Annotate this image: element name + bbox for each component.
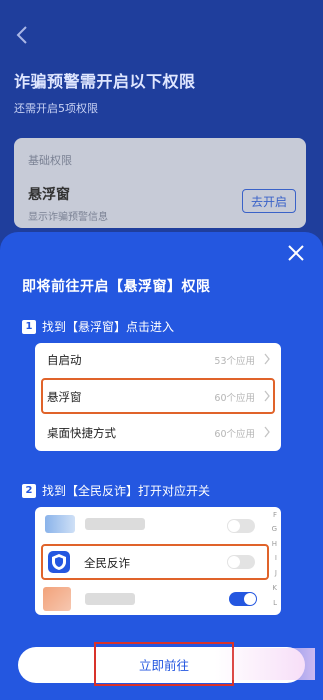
step-2: 2 找到【全民反诈】打开对应开关 xyxy=(22,482,210,499)
permission-description: 显示诈骗预警信息 xyxy=(28,212,108,223)
section-label: 基础权限 xyxy=(28,154,72,167)
blurred-app-icon xyxy=(45,515,75,533)
step-1: 1 找到【悬浮窗】点击进入 xyxy=(22,318,174,335)
list-item-label: 桌面快捷方式 xyxy=(47,426,116,440)
list-item[interactable]: 自启动 53个应用 xyxy=(35,343,281,377)
chevron-right-icon xyxy=(264,426,270,438)
blurred-app-name xyxy=(85,593,135,605)
blurred-app-name xyxy=(85,518,145,530)
index-letter[interactable]: L xyxy=(273,599,277,607)
shield-icon xyxy=(48,551,70,573)
toggle-switch[interactable] xyxy=(227,519,255,533)
index-letter[interactable]: J xyxy=(275,569,277,577)
enable-button[interactable]: 去开启 xyxy=(242,189,296,213)
app-name: 全民反诈 xyxy=(84,556,130,570)
bottom-sheet: 即将前往开启【悬浮窗】权限 1 找到【悬浮窗】点击进入 自启动 53个应用 悬浮窗… xyxy=(0,232,323,700)
blurred-app-icon xyxy=(43,587,71,611)
list-item-count: 60个应用 xyxy=(214,429,255,440)
chevron-right-icon xyxy=(264,353,270,365)
permission-card: 基础权限 悬浮窗 显示诈骗预警信息 去开启 xyxy=(14,138,306,228)
sheet-title: 即将前往开启【悬浮窗】权限 xyxy=(22,279,211,295)
step-number: 1 xyxy=(22,319,36,334)
page-title: 诈骗预警需开启以下权限 xyxy=(14,72,196,91)
index-letter[interactable]: H xyxy=(272,540,277,548)
permission-name: 悬浮窗 xyxy=(28,187,70,203)
index-letter[interactable]: I xyxy=(275,554,277,562)
watermark xyxy=(215,648,315,680)
index-letter[interactable]: G xyxy=(272,525,277,533)
close-icon[interactable] xyxy=(285,242,307,264)
list-item-count: 53个应用 xyxy=(214,356,255,367)
step-number: 2 xyxy=(22,483,36,498)
highlight-box xyxy=(41,544,269,580)
highlight-box xyxy=(41,378,275,414)
page-subtitle: 还需开启5项权限 xyxy=(14,102,98,115)
index-letter[interactable]: K xyxy=(272,584,277,592)
toggle-switch[interactable] xyxy=(229,592,257,606)
go-now-label[interactable]: 立即前往 xyxy=(94,655,234,674)
step-text: 找到【悬浮窗】点击进入 xyxy=(42,320,175,334)
step-text: 找到【全民反诈】打开对应开关 xyxy=(42,484,211,498)
list-item-label: 自启动 xyxy=(47,353,82,367)
list-item[interactable]: 桌面快捷方式 60个应用 xyxy=(35,416,281,450)
back-arrow-icon[interactable] xyxy=(12,24,34,46)
index-letter[interactable]: F xyxy=(273,511,277,519)
